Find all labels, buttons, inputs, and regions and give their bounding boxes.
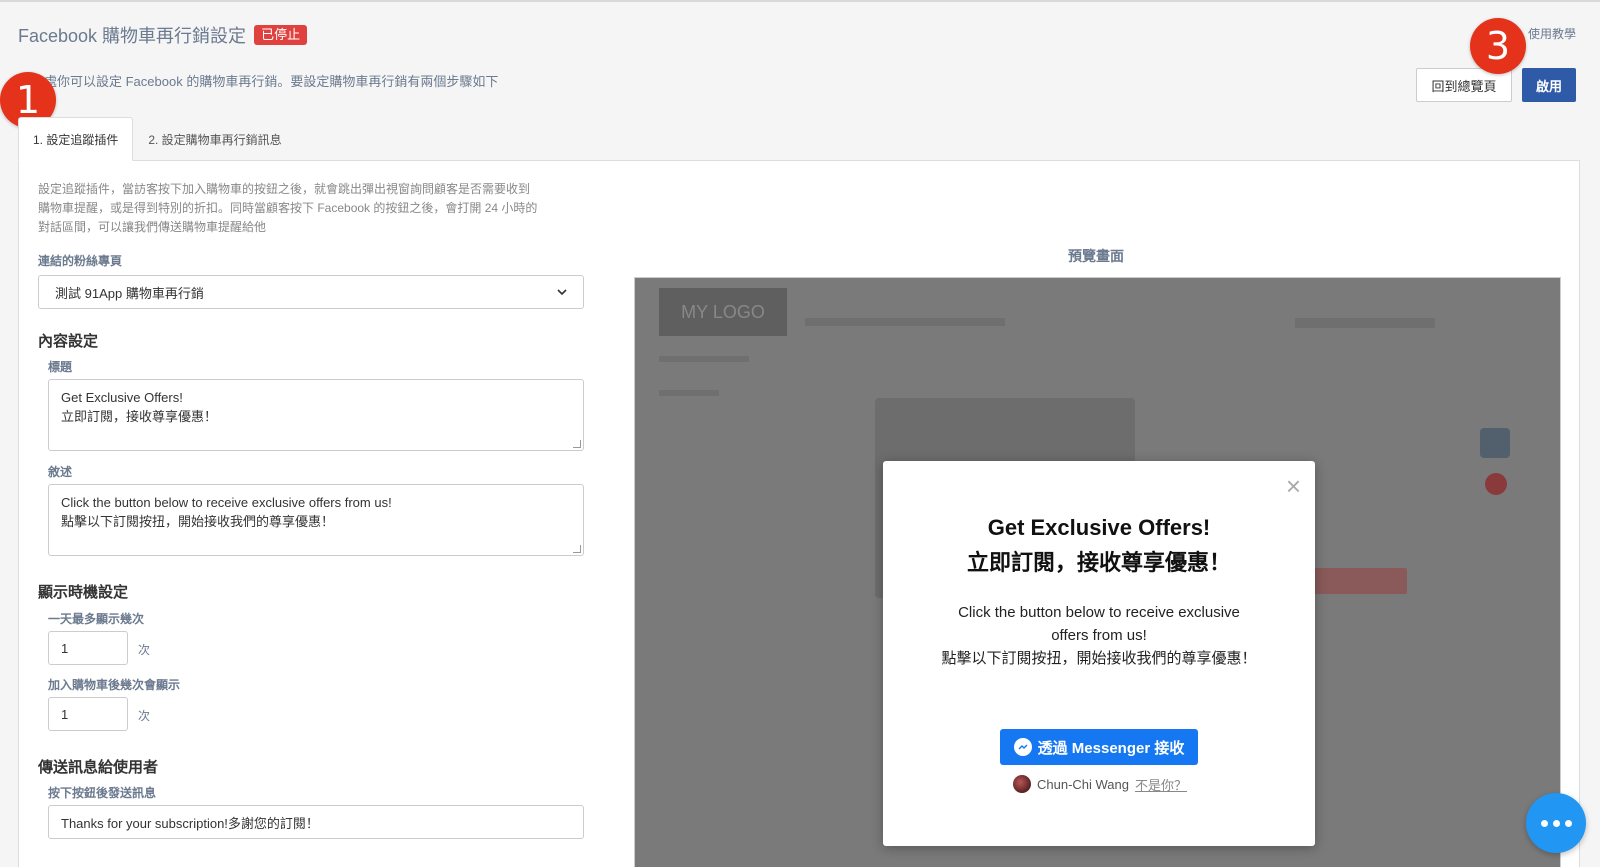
max-per-day-label: 一天最多顯示幾次 (48, 612, 145, 626)
after-add-unit: 次 (138, 709, 151, 723)
resize-grip-icon[interactable] (573, 545, 581, 553)
user-name: Chun-Chi Wang (1036, 776, 1129, 792)
popup-body-line-2: 點擊以下訂閱按扭，開始接收我們的尊享優惠！ (941, 650, 1257, 667)
popup-title: Get Exclusive Offers! 立即訂閱，接收尊享優惠！ (883, 510, 1315, 580)
max-per-day-input[interactable]: 1 (48, 631, 128, 665)
enable-button[interactable]: 啟用 (1522, 68, 1576, 102)
content-heading: 內容設定 (38, 333, 99, 350)
send-message-input[interactable]: Thanks for your subscription!多謝您的訂閱！ (48, 805, 584, 839)
close-icon[interactable]: × (1286, 473, 1301, 499)
max-per-day-unit: 次 (138, 643, 151, 657)
chat-dot-icon (1540, 819, 1548, 827)
avatar (1012, 775, 1031, 793)
title-label: 標題 (48, 360, 73, 374)
send-label: 按下按鈕後發送訊息 (48, 786, 157, 800)
messenger-icon (1013, 738, 1032, 756)
status-badge: 已停止 (254, 25, 308, 45)
preview-label: 預覽畫面 (1068, 248, 1124, 264)
description-line-1: Click the button below to receive exclus… (61, 495, 392, 510)
chevron-down-icon (557, 289, 567, 296)
user-row: Chun-Chi Wang 不是你？ (1000, 773, 1200, 795)
store-breadcrumb-placeholder (659, 356, 749, 362)
messenger-button-label: 透過 Messenger 接收 (1037, 739, 1185, 757)
messenger-subscribe-button[interactable]: 透過 Messenger 接收 (1000, 729, 1198, 765)
chat-dot-icon (1564, 819, 1572, 827)
store-sidebar-placeholder (659, 390, 719, 396)
subscribe-popup: × Get Exclusive Offers! 立即訂閱，接收尊享優惠！ Cli… (883, 461, 1315, 846)
top-border (0, 0, 1600, 2)
title-line-2: 立即訂閱，接收尊享優惠！ (61, 409, 218, 424)
title-line-1: Get Exclusive Offers! (61, 390, 183, 405)
help-link[interactable]: 使用教學 (1528, 25, 1576, 42)
resize-grip-icon[interactable] (573, 440, 581, 448)
plugin-description: 設定追蹤插件，當訪客按下加入購物車的按鈕之後，就會跳出彈出視窗詢問顧客是否需要收… (38, 182, 538, 234)
description-label: 敘述 (48, 465, 73, 479)
store-nav-placeholder (805, 318, 1005, 326)
description-line-2: 點擊以下訂閱按扭，開始接收我們的尊享優惠！ (61, 514, 335, 529)
chat-dot-icon (1552, 819, 1560, 827)
popup-title-line-1: Get Exclusive Offers! (987, 515, 1211, 540)
after-add-label: 加入購物車後幾次會顯示 (48, 678, 181, 692)
fan-page-label: 連結的粉絲專頁 (38, 254, 123, 268)
popup-body-line-1: Click the button below to receive exclus… (958, 604, 1240, 644)
send-heading: 傳送訊息給使用者 (38, 759, 159, 776)
page-title-text: Facebook 購物車再行銷設定 (18, 26, 247, 46)
settings-form: 設定追蹤插件，當訪客按下加入購物車的按鈕之後，就會跳出彈出視窗詢問顧客是否需要收… (38, 180, 598, 839)
timing-heading: 顯示時機設定 (38, 584, 129, 601)
step-marker-3: 3 (1470, 18, 1526, 74)
title-textarea[interactable]: Get Exclusive Offers! 立即訂閱，接收尊享優惠！ (48, 379, 584, 451)
popup-title-line-2: 立即訂閱，接收尊享優惠！ (966, 550, 1231, 575)
not-you-link[interactable]: 不是你？ (1135, 775, 1187, 794)
store-fav-placeholder (1485, 473, 1507, 495)
after-add-input[interactable]: 1 (48, 697, 128, 731)
chat-button[interactable] (1526, 793, 1586, 853)
store-thumb-placeholder (1480, 428, 1510, 458)
page-title: Facebook 購物車再行銷設定 已停止 (18, 22, 308, 48)
store-logo: MY LOGO (659, 288, 787, 336)
description-textarea[interactable]: Click the button below to receive exclus… (48, 484, 584, 556)
tab-tracking-plugin[interactable]: 1. 設定追蹤插件 (18, 117, 134, 161)
tab-bar: 1. 設定追蹤插件 2. 設定購物車再行銷訊息 (18, 117, 297, 161)
store-search-placeholder (1295, 318, 1435, 328)
fan-page-select[interactable]: 測試 91App 購物車再行銷 (38, 275, 584, 309)
fan-page-value: 測試 91App 購物車再行銷 (55, 285, 204, 301)
intro-text: 在這處你可以設定 Facebook 的購物車再行銷。要設定購物車再行銷有兩個步驟… (18, 74, 499, 89)
popup-body: Click the button below to receive exclus… (939, 601, 1259, 670)
tab-cart-message[interactable]: 2. 設定購物車再行銷訊息 (133, 117, 296, 161)
